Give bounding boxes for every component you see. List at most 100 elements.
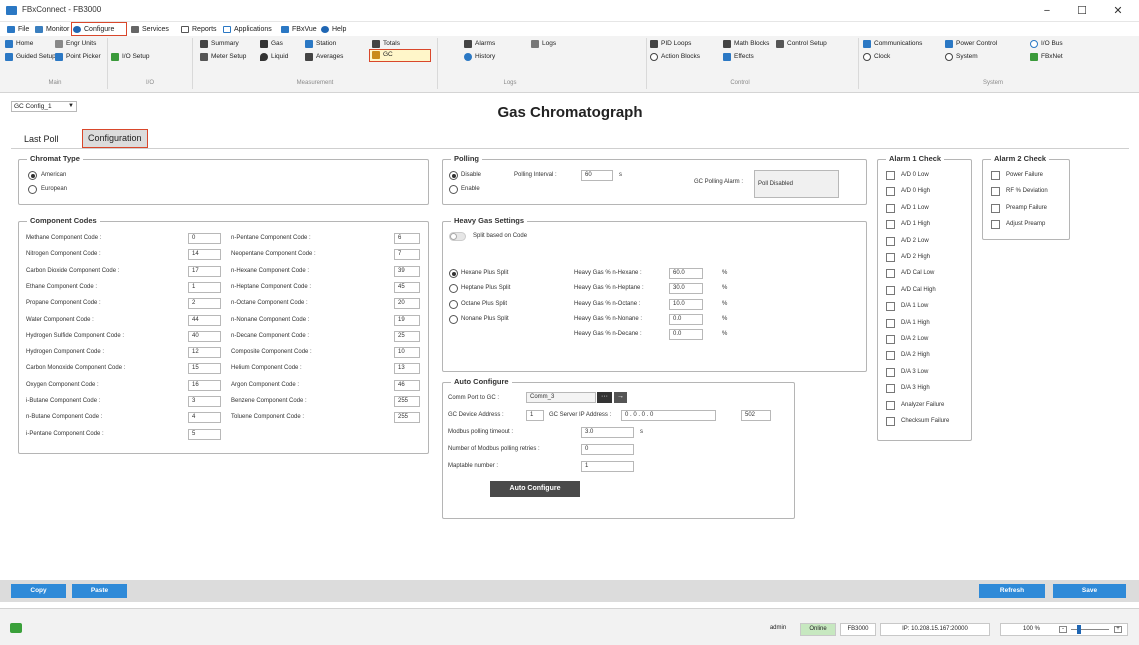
zoom-in-button[interactable]: +	[1114, 626, 1122, 633]
liquid-button[interactable]: Liquid	[260, 52, 288, 62]
zoom-out-button[interactable]: -	[1059, 626, 1067, 633]
menu-applications[interactable]: Applications	[222, 23, 272, 36]
alarm1-checkbox[interactable]	[886, 400, 895, 410]
radio-polling-disable[interactable]	[449, 171, 458, 180]
alarm1-checkbox[interactable]	[886, 367, 895, 377]
component-code-input[interactable]: 25	[394, 330, 420, 342]
refresh-button[interactable]: Refresh	[979, 584, 1045, 598]
auto-configure-button[interactable]: Auto Configure	[490, 481, 580, 497]
alarm1-checkbox[interactable]	[886, 253, 895, 262]
alarm2-checkbox[interactable]	[991, 203, 1000, 213]
comm-port-browse-button[interactable]: ···	[597, 392, 612, 403]
radio-heavy-gas-split[interactable]	[449, 284, 458, 294]
server-port-input[interactable]: 502	[741, 410, 771, 421]
config-select[interactable]: GC Config_1 ▼	[11, 101, 77, 112]
alarm1-checkbox[interactable]	[886, 384, 895, 394]
home-button[interactable]: Home	[5, 39, 33, 49]
component-code-input[interactable]: 10	[394, 347, 420, 359]
radio-heavy-gas-split[interactable]	[449, 314, 458, 324]
alarm1-checkbox[interactable]	[886, 203, 895, 213]
guided-setup-button[interactable]: Guided Setup	[5, 52, 56, 62]
io-setup-button[interactable]: I/O Setup	[111, 52, 149, 62]
alarm1-checkbox[interactable]	[886, 171, 895, 180]
zoom-slider-thumb[interactable]	[1077, 625, 1081, 634]
component-code-input[interactable]: 6	[394, 233, 420, 244]
averages-button[interactable]: Averages	[305, 52, 343, 62]
retries-input[interactable]: 0	[581, 444, 634, 455]
effects-button[interactable]: Effects	[723, 52, 754, 62]
radio-heavy-gas-split[interactable]	[449, 299, 458, 309]
component-code-input[interactable]: 44	[188, 314, 221, 326]
menu-fbxvue[interactable]: FBxVue	[280, 23, 317, 36]
heavy-gas-percent-input[interactable]: 60.0	[669, 268, 703, 279]
maximize-button[interactable]: ☐	[1068, 2, 1096, 20]
totals-button[interactable]: Totals	[372, 39, 400, 49]
summary-button[interactable]: Summary	[200, 39, 239, 49]
minimize-button[interactable]: −	[1033, 2, 1061, 20]
component-code-input[interactable]: 46	[394, 379, 420, 391]
component-code-input[interactable]: 39	[394, 265, 420, 277]
control-setup-button[interactable]: Control Setup	[776, 39, 827, 49]
maptable-input[interactable]: 1	[581, 461, 634, 472]
timeout-input[interactable]: 3.0	[581, 427, 634, 438]
heavy-gas-percent-input[interactable]: 30.0	[669, 283, 703, 295]
radio-american[interactable]	[28, 171, 37, 180]
heavy-gas-percent-input[interactable]: 0.0	[669, 329, 703, 341]
alarm2-checkbox[interactable]	[991, 187, 1000, 197]
clock-button[interactable]: Clock	[863, 52, 890, 62]
radio-european[interactable]	[28, 185, 37, 194]
tab-last-poll[interactable]: Last Poll	[19, 131, 64, 148]
polling-interval-input[interactable]: 60	[581, 170, 613, 181]
radio-polling-enable[interactable]	[449, 185, 458, 194]
action-blocks-button[interactable]: Action Blocks	[650, 52, 700, 62]
station-button[interactable]: Station	[305, 39, 336, 49]
tab-configuration[interactable]: Configuration	[82, 129, 148, 148]
alarm1-checkbox[interactable]	[886, 187, 895, 197]
alarm1-checkbox[interactable]	[886, 285, 895, 295]
component-code-input[interactable]: 7	[394, 249, 420, 261]
power-control-button[interactable]: Power Control	[945, 39, 997, 49]
component-code-input[interactable]: 0	[188, 233, 221, 244]
comm-port-input[interactable]: Comm_3	[526, 392, 596, 403]
component-code-input[interactable]: 4	[188, 412, 221, 424]
communications-button[interactable]: Communications	[863, 39, 922, 49]
paste-button[interactable]: Paste	[72, 584, 127, 598]
fbxnet-button[interactable]: FBxNet	[1030, 52, 1063, 62]
alarm1-checkbox[interactable]	[886, 318, 895, 328]
alarm1-checkbox[interactable]	[886, 351, 895, 361]
component-code-input[interactable]: 13	[394, 363, 420, 375]
device-address-input[interactable]: 1	[526, 410, 544, 421]
history-button[interactable]: History	[464, 52, 495, 62]
component-code-input[interactable]: 255	[394, 396, 420, 407]
component-code-input[interactable]: 5	[188, 428, 221, 440]
component-code-input[interactable]: 45	[394, 281, 420, 293]
engr-units-button[interactable]: Engr Units	[55, 39, 96, 49]
heavy-gas-percent-input[interactable]: 0.0	[669, 313, 703, 325]
math-blocks-button[interactable]: Math Blocks	[723, 39, 769, 49]
menu-help[interactable]: Help	[320, 23, 346, 36]
point-picker-button[interactable]: Point Picker	[55, 52, 101, 62]
system-button[interactable]: System	[945, 52, 978, 62]
logs-button[interactable]: Logs	[531, 39, 556, 49]
component-code-input[interactable]: 15	[188, 363, 221, 375]
meter-setup-button[interactable]: Meter Setup	[200, 52, 246, 62]
menu-file[interactable]: File	[6, 23, 29, 36]
save-button[interactable]: Save	[1053, 584, 1126, 598]
menu-monitor[interactable]: Monitor	[34, 23, 69, 36]
alarm1-checkbox[interactable]	[886, 236, 895, 246]
component-code-input[interactable]: 2	[188, 298, 221, 310]
zoom-control[interactable]: 100 % - +	[1000, 623, 1128, 636]
component-code-input[interactable]: 3	[188, 396, 221, 407]
gc-button[interactable]: GC	[369, 49, 431, 62]
alarm1-checkbox[interactable]	[886, 269, 895, 279]
alarm1-checkbox[interactable]	[886, 302, 895, 312]
component-code-input[interactable]: 19	[394, 314, 420, 326]
component-code-input[interactable]: 17	[188, 265, 221, 277]
comm-port-go-button[interactable]: →	[614, 392, 627, 403]
component-code-input[interactable]: 1	[188, 281, 221, 293]
radio-heavy-gas-split[interactable]	[449, 269, 458, 278]
heavy-gas-percent-input[interactable]: 10.0	[669, 298, 703, 310]
alarm1-checkbox[interactable]	[886, 335, 895, 344]
component-code-input[interactable]: 16	[188, 379, 221, 391]
copy-button[interactable]: Copy	[11, 584, 66, 598]
